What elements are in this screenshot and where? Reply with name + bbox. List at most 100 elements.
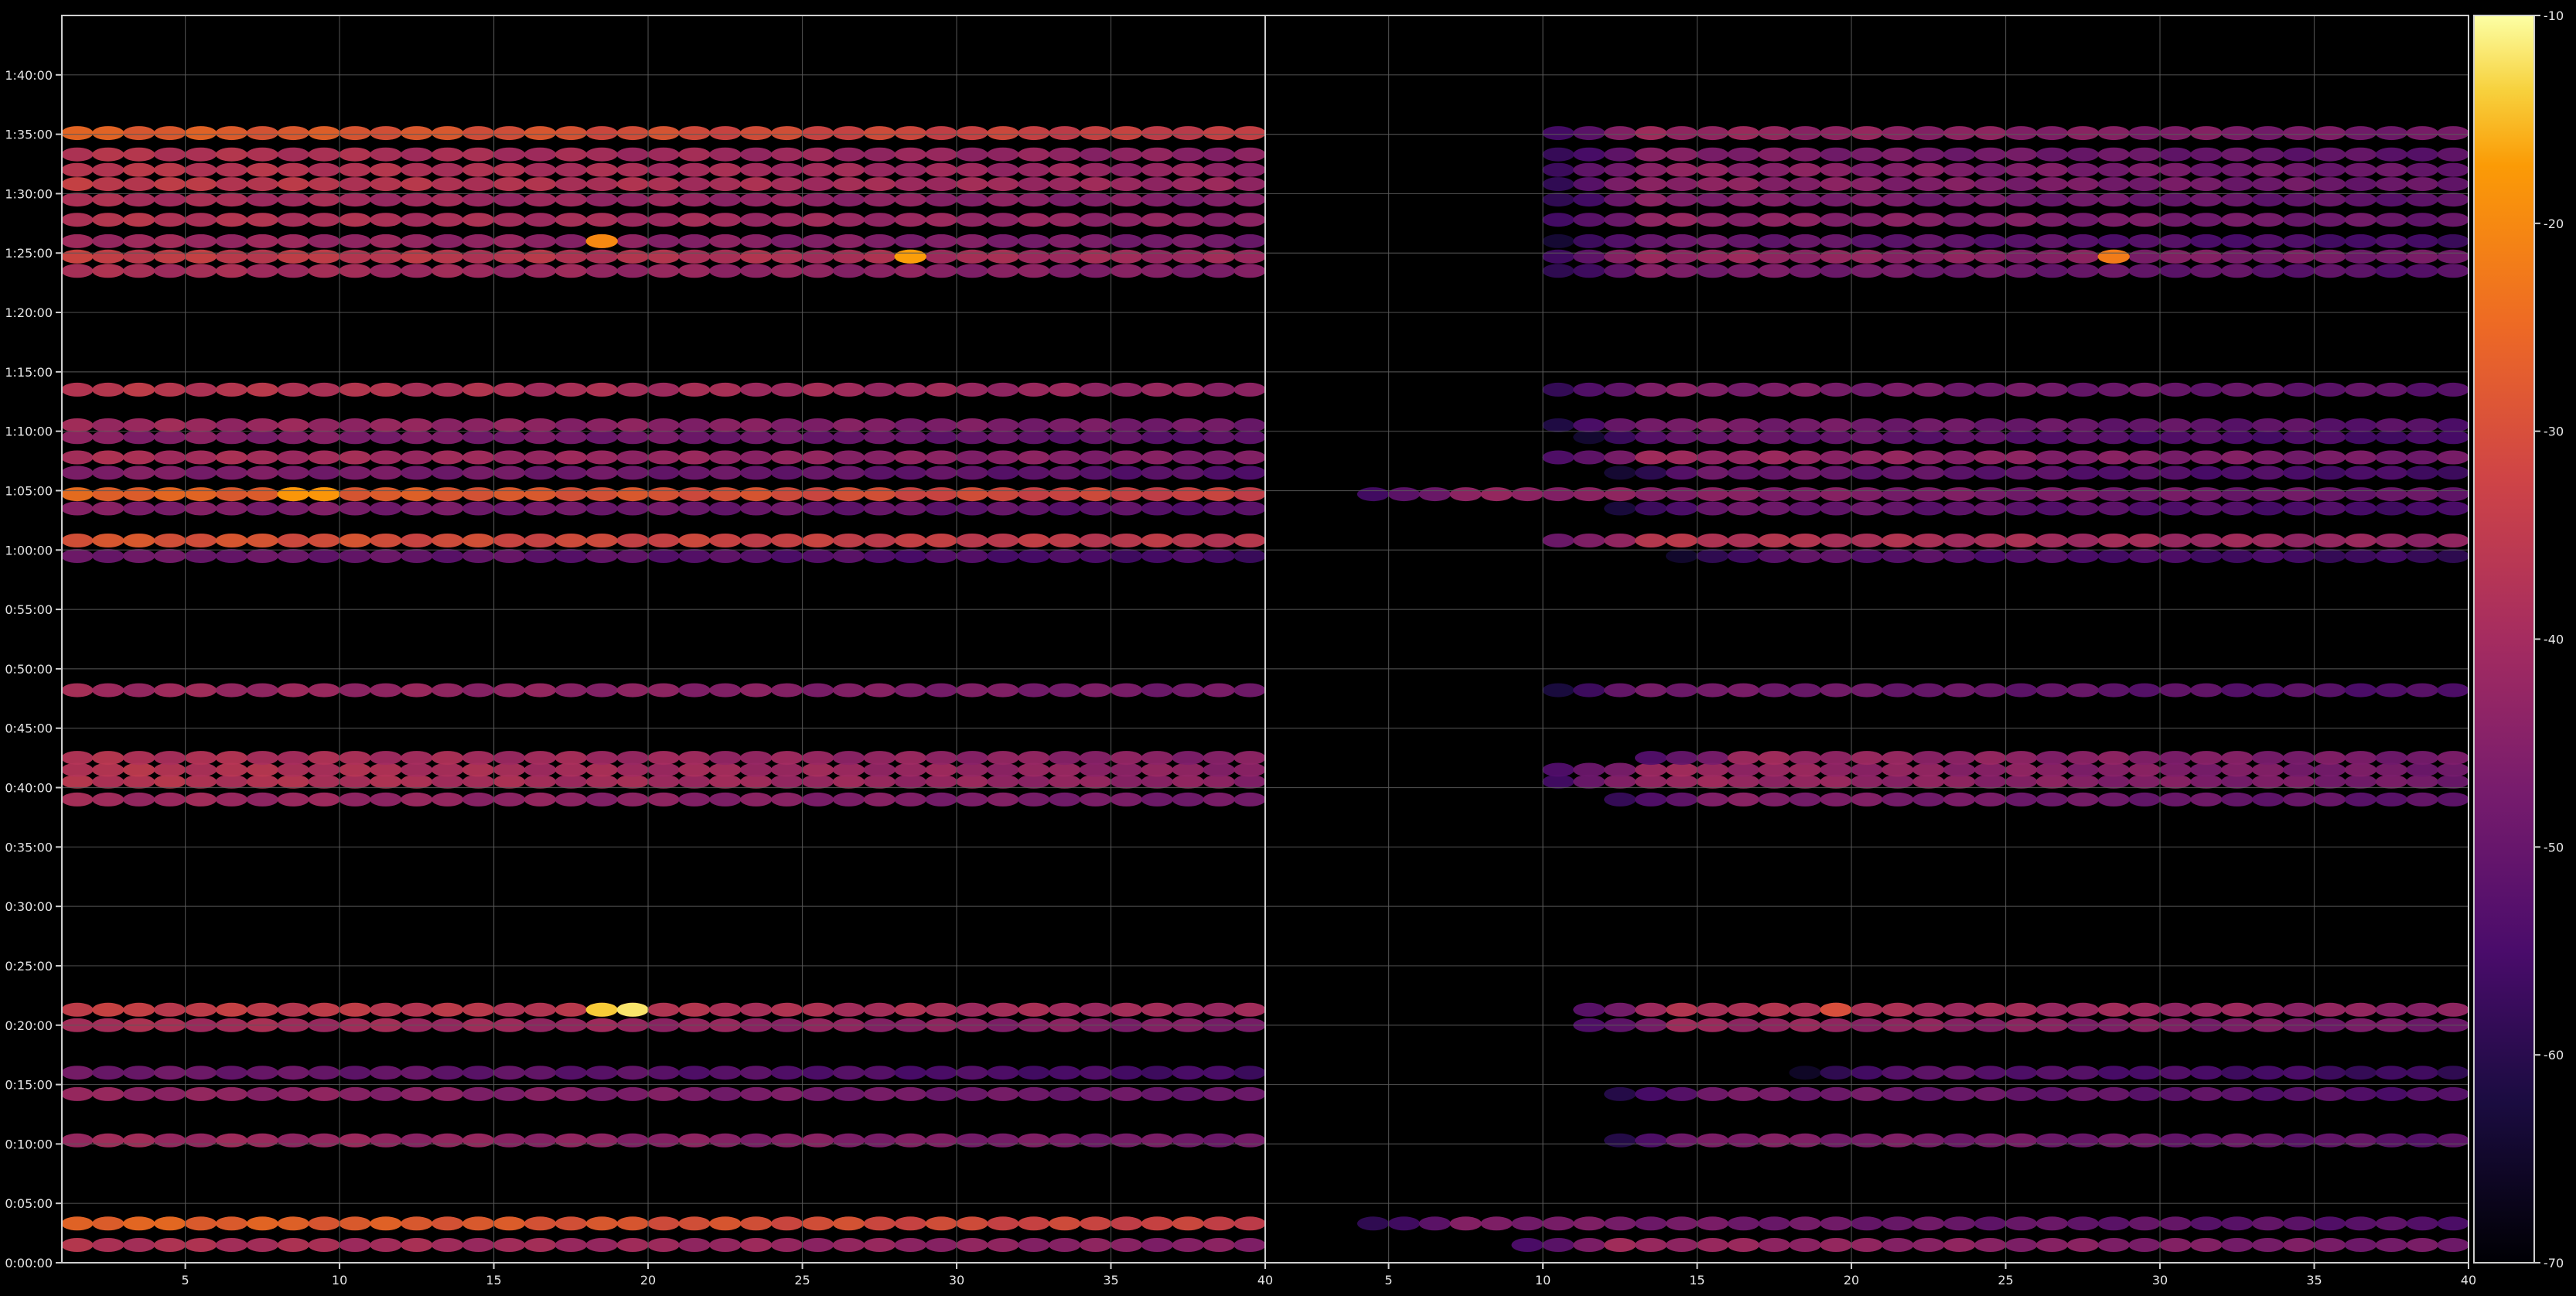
heatmap-cell: [1110, 213, 1143, 227]
heatmap-cell: [616, 501, 649, 516]
heatmap-cell: [863, 177, 896, 192]
heatmap-cell: [1172, 501, 1205, 516]
heatmap-cell: [339, 683, 371, 697]
heatmap-cell: [308, 549, 340, 563]
heatmap-cell: [1789, 751, 1821, 766]
heatmap-cell: [1203, 249, 1235, 264]
heatmap-cell: [1974, 418, 2007, 432]
heatmap-cell: [2221, 466, 2254, 480]
heatmap-cell: [246, 213, 278, 227]
heatmap-cell: [2005, 683, 2038, 697]
heatmap-cell: [925, 487, 957, 502]
heatmap-cell: [1912, 1238, 1945, 1252]
heatmap-cell: [339, 762, 371, 777]
heatmap-cell: [987, 249, 1019, 264]
heatmap-cell: [678, 193, 711, 207]
heatmap-cell: [1141, 1086, 1174, 1101]
heatmap-cell: [1758, 418, 1790, 432]
heatmap-cell: [740, 1066, 773, 1080]
heatmap-cell: [1851, 418, 1883, 432]
heatmap-cell: [1018, 213, 1050, 227]
heatmap-cell: [956, 1086, 988, 1101]
heatmap-cell: [832, 1002, 865, 1017]
heatmap-cell: [493, 213, 526, 227]
heatmap-cell: [987, 1238, 1019, 1252]
heatmap-cell: [1789, 1002, 1821, 1017]
heatmap-cell: [184, 382, 217, 397]
heatmap-cell: [1604, 683, 1636, 697]
heatmap-cell: [554, 450, 587, 465]
heatmap-cell: [956, 213, 988, 227]
heatmap-cell: [709, 501, 742, 516]
heatmap-cell: [2035, 162, 2069, 177]
colorbar: [2473, 15, 2535, 1264]
heatmap-cell: [2128, 1133, 2161, 1148]
heatmap-cell: [2128, 534, 2161, 547]
heatmap-cell: [2190, 147, 2223, 162]
heatmap-cell: [554, 1066, 587, 1080]
heatmap-cell: [1727, 177, 1760, 192]
heatmap-cell: [1604, 1133, 1636, 1148]
heatmap-cell: [2406, 234, 2438, 248]
heatmap-cell: [1974, 534, 2007, 547]
heatmap-cell: [1110, 1086, 1143, 1101]
heatmap-cell: [2406, 762, 2438, 777]
heatmap-cell: [801, 418, 834, 432]
heatmap-cell: [2252, 382, 2284, 397]
heatmap-cell: [956, 501, 988, 516]
heatmap-cell: [1789, 466, 1821, 480]
heatmap-cell: [1635, 213, 1667, 227]
heatmap-cell: [770, 534, 804, 547]
heatmap-cell: [462, 1086, 495, 1101]
heatmap-cell: [1233, 126, 1265, 141]
heatmap-cell: [616, 126, 649, 141]
heatmap-cell: [246, 450, 278, 465]
heatmap-cell: [1203, 450, 1235, 465]
heatmap-cell: [2128, 234, 2161, 248]
heatmap-cell: [709, 213, 742, 227]
colorbar-tick-label: -20: [2544, 217, 2564, 231]
heatmap-cell: [462, 792, 495, 807]
heatmap-cell: [1727, 126, 1760, 141]
heatmap-cell: [2437, 751, 2469, 766]
heatmap-cell: [2190, 382, 2223, 397]
heatmap-cell: [2437, 1086, 2469, 1101]
heatmap-cell: [432, 234, 464, 248]
heatmap-cell: [2159, 683, 2192, 697]
heatmap-cell: [1974, 751, 2007, 766]
heatmap-cell: [2437, 501, 2469, 516]
heatmap-cell: [1696, 1086, 1729, 1101]
heatmap-cell: [1789, 126, 1821, 141]
heatmap-cell: [1141, 234, 1174, 248]
heatmap-cell: [1820, 382, 1852, 397]
heatmap-cell: [1912, 1133, 1945, 1148]
heatmap-cell: [770, 162, 804, 177]
heatmap-cell: [554, 1086, 587, 1101]
heatmap-cell: [2097, 264, 2130, 278]
heatmap-cell: [1696, 450, 1729, 465]
heatmap-cell: [246, 418, 278, 432]
heatmap-cell: [647, 147, 680, 162]
heatmap-cell: [863, 1066, 896, 1080]
heatmap-cell: [1882, 382, 1914, 397]
heatmap-cell: [2097, 162, 2130, 177]
heatmap-cell: [1758, 792, 1790, 807]
heatmap-cell: [1665, 162, 1698, 177]
heatmap-cell: [1789, 683, 1821, 697]
heatmap-cell: [894, 792, 926, 807]
heatmap-cell: [1665, 501, 1698, 516]
heatmap-cell: [184, 534, 217, 547]
heatmap-cell: [1696, 177, 1729, 192]
heatmap-cell: [1820, 162, 1852, 177]
heatmap-cell: [1418, 1216, 1452, 1231]
heatmap-cell: [863, 193, 896, 207]
heatmap-cell: [832, 450, 865, 465]
heatmap-cell: [1912, 234, 1945, 248]
heatmap-cell: [1696, 501, 1729, 516]
heatmap-cell: [647, 487, 680, 502]
heatmap-cell: [1912, 792, 1945, 807]
heatmap-cell: [1203, 1133, 1235, 1148]
heatmap-cell: [401, 1002, 433, 1017]
heatmap-cell: [987, 1086, 1019, 1101]
heatmap-cell: [1233, 177, 1265, 192]
